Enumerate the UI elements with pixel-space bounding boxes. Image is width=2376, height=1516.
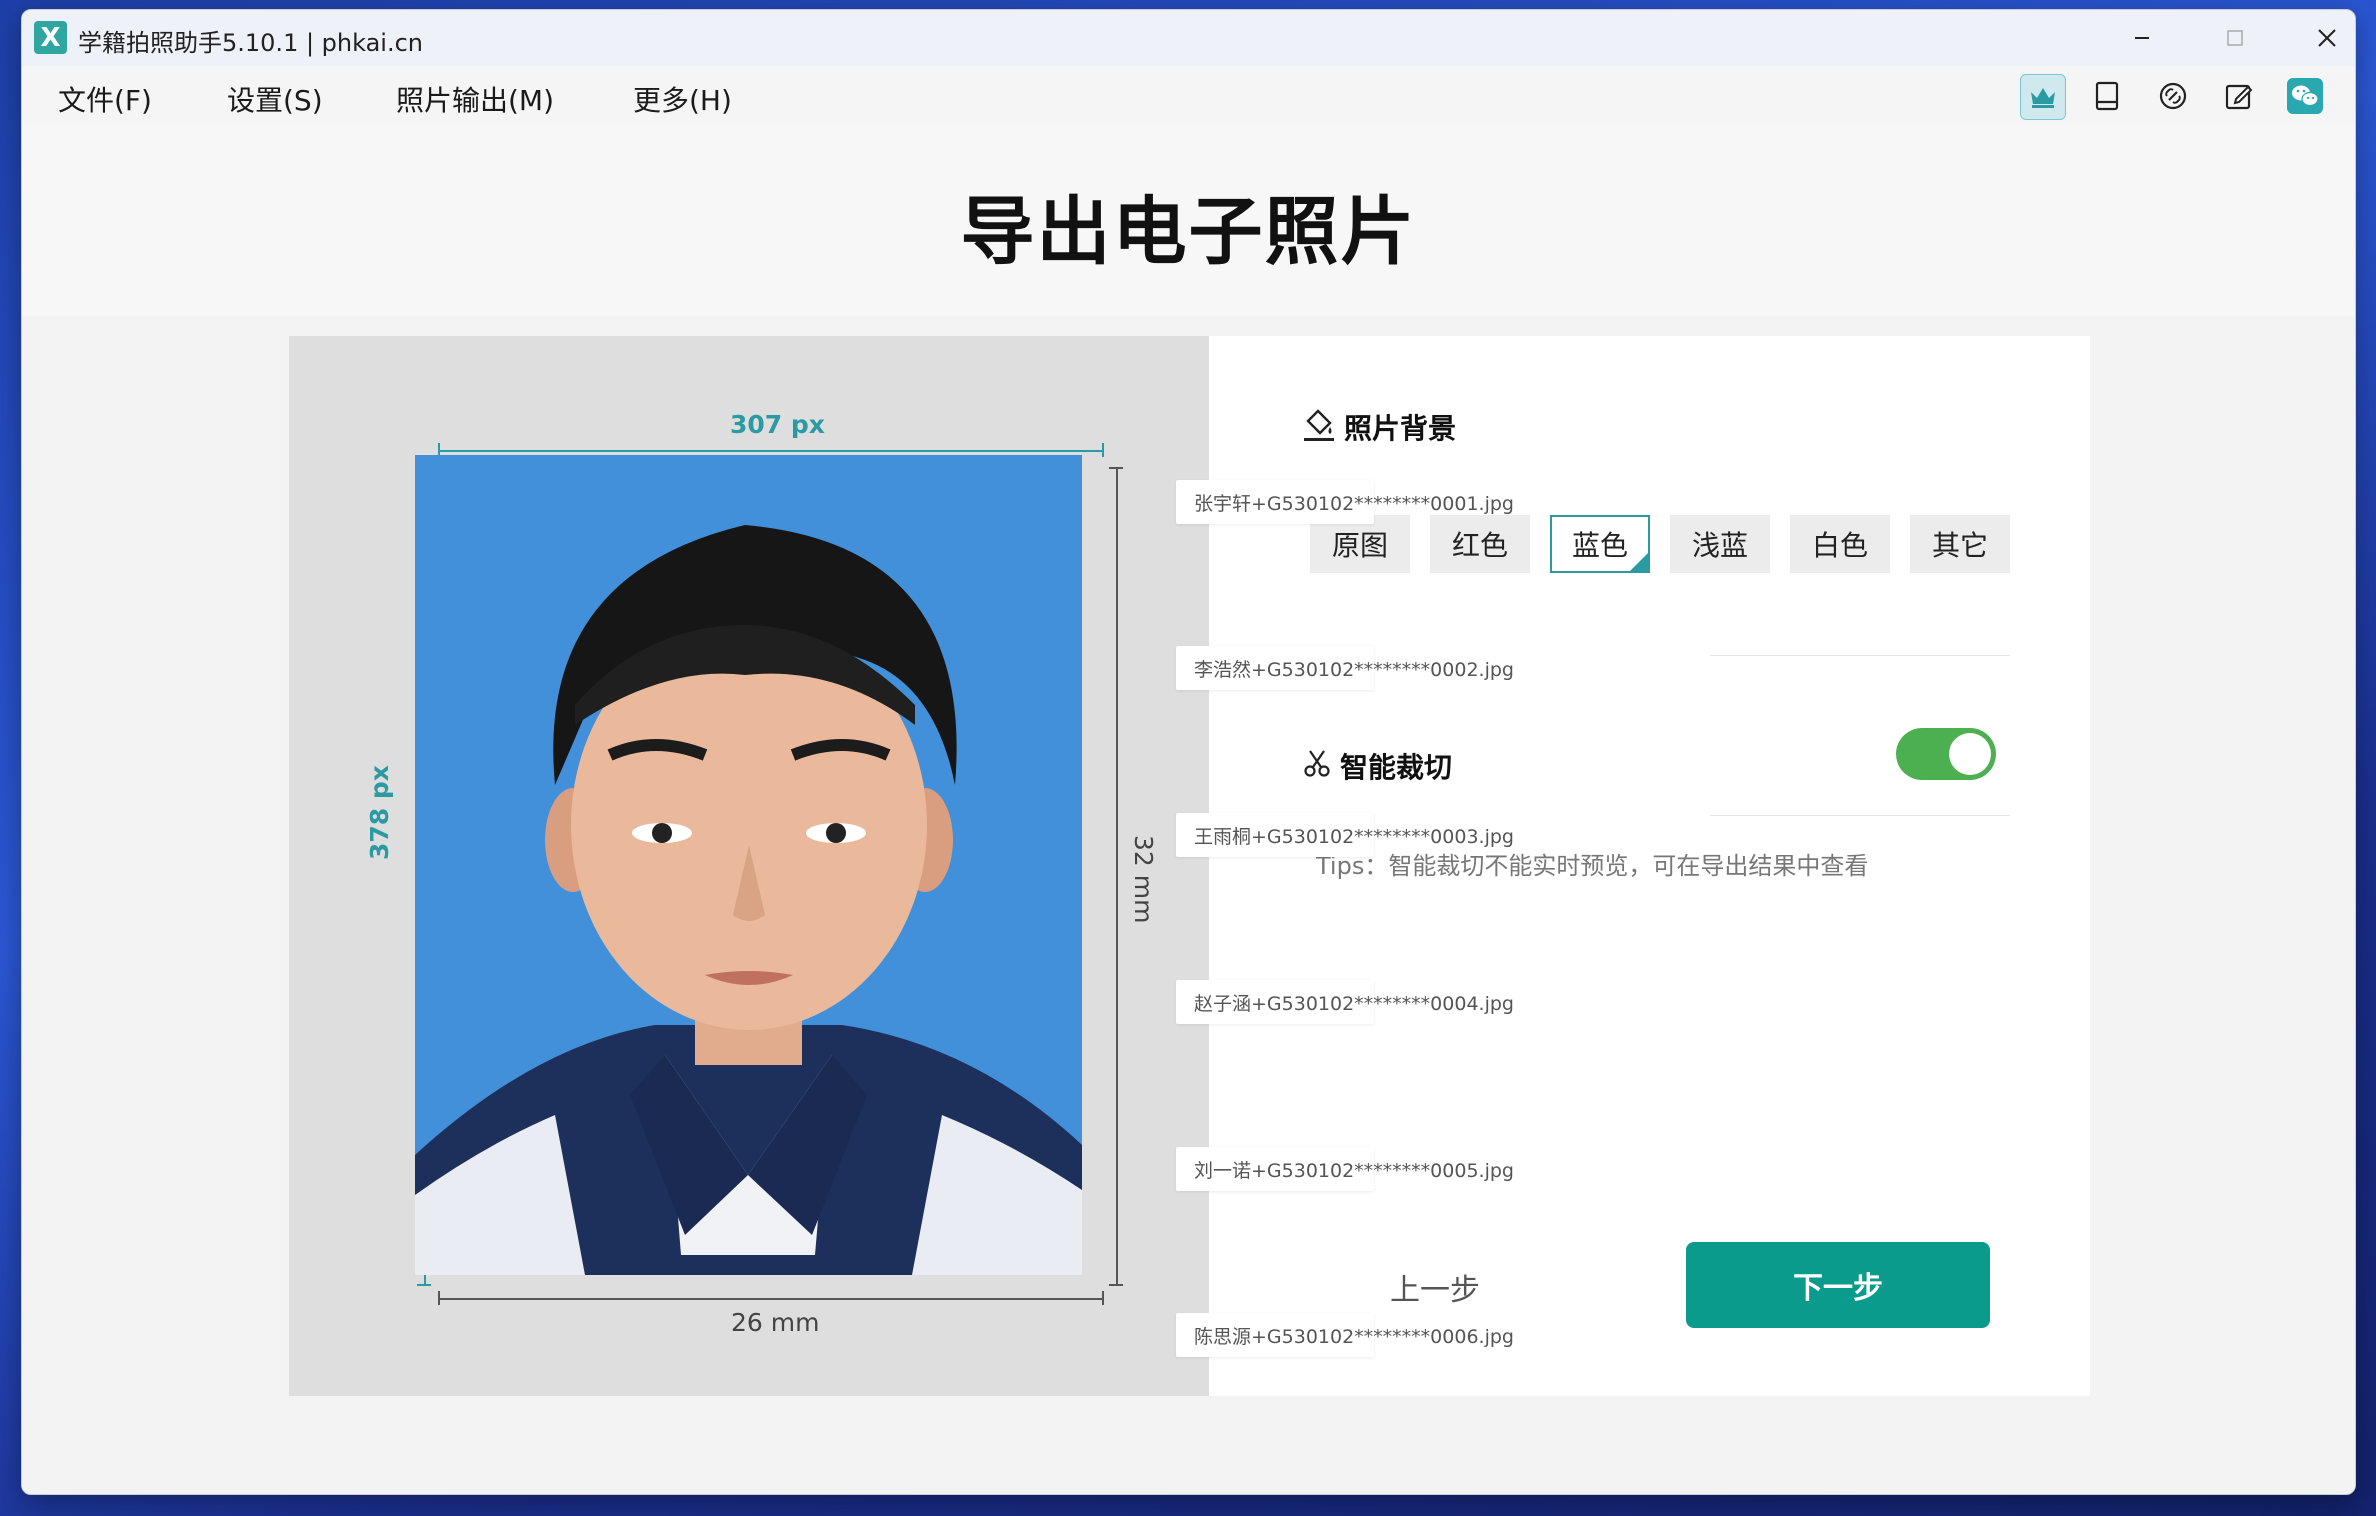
- next-step-button[interactable]: 下一步: [1686, 1242, 1990, 1328]
- title-bar[interactable]: X 学籍拍照助手5.10.1 | phkai.cn: [22, 10, 2355, 66]
- menu-more[interactable]: 更多(H): [633, 79, 732, 119]
- file-tag[interactable]: 陈思源+G530102********0006.jpg: [1176, 1313, 1514, 1357]
- maximize-button[interactable]: [2190, 10, 2280, 66]
- id-photo-preview: [415, 455, 1082, 1275]
- link-icon: [2159, 82, 2187, 110]
- bg-option-red[interactable]: 红色: [1430, 515, 1530, 573]
- scissors-icon: [1304, 750, 1330, 777]
- section-divider: [1710, 815, 2010, 816]
- file-tag[interactable]: 刘一诺+G530102********0005.jpg: [1176, 1147, 1514, 1191]
- selected-corner-icon: [1630, 553, 1648, 571]
- device-button[interactable]: [2085, 74, 2129, 118]
- bg-option-blue[interactable]: 蓝色: [1550, 515, 1650, 573]
- vip-button[interactable]: [2020, 74, 2066, 120]
- ruler-tick: [1109, 467, 1123, 469]
- ruler-tick: [1102, 1291, 1104, 1305]
- maximize-icon: [2227, 30, 2243, 46]
- header-band: 导出电子照片: [22, 126, 2355, 316]
- ruler-tick: [1109, 1284, 1123, 1286]
- file-tag[interactable]: 王雨桐+G530102********0003.jpg: [1176, 813, 1514, 857]
- portrait-illustration: [415, 525, 1082, 1275]
- close-button[interactable]: [2282, 10, 2355, 66]
- menu-file[interactable]: 文件(F): [58, 79, 152, 119]
- file-tag[interactable]: 张宇轩+G530102********0001.jpg: [1176, 480, 1514, 524]
- toggle-knob: [1949, 733, 1991, 775]
- window-title: 学籍拍照助手5.10.1 | phkai.cn: [78, 29, 424, 57]
- ruler-tick: [1102, 443, 1104, 457]
- smart-crop-title: 智能裁切: [1340, 751, 1453, 784]
- width-px-label: 307 px: [730, 410, 825, 439]
- smart-crop-toggle[interactable]: [1896, 728, 1996, 780]
- section-divider: [1710, 655, 2010, 656]
- bg-option-light-blue[interactable]: 浅蓝: [1670, 515, 1770, 573]
- bg-option-blue-label: 蓝色: [1571, 529, 1628, 562]
- page-title: 导出电子照片: [960, 189, 1417, 275]
- height-mm-ruler: [1116, 467, 1118, 1285]
- smart-crop-tips: Tips：智能裁切不能实时预览，可在导出结果中查看: [1316, 852, 1869, 880]
- bg-option-other[interactable]: 其它: [1910, 515, 2010, 573]
- menu-photo-output[interactable]: 照片输出(M): [396, 79, 554, 119]
- menu-bar: 文件(F) 设置(S) 照片输出(M) 更多(H): [22, 66, 2355, 126]
- bg-option-white[interactable]: 白色: [1790, 515, 1890, 573]
- paint-bucket-icon: [1304, 409, 1334, 441]
- edit-button[interactable]: [2217, 74, 2261, 118]
- height-mm-label: 32 mm: [1129, 835, 1158, 924]
- wechat-icon: [2287, 78, 2323, 114]
- minimize-button[interactable]: [2097, 10, 2187, 66]
- background-section-title: 照片背景: [1344, 412, 1457, 445]
- wechat-button[interactable]: [2283, 74, 2327, 118]
- file-tag[interactable]: 李浩然+G530102********0002.jpg: [1176, 646, 1514, 690]
- width-px-ruler: [438, 450, 1103, 452]
- crown-icon: [2031, 88, 2055, 108]
- ruler-tick: [417, 1284, 431, 1286]
- edit-icon: [2225, 84, 2253, 110]
- width-mm-ruler: [438, 1298, 1103, 1300]
- height-px-label: 378 px: [365, 765, 394, 860]
- ruler-tick: [438, 1291, 440, 1305]
- previous-step-button[interactable]: 上一步: [1390, 1265, 1480, 1309]
- minimize-icon: [2135, 37, 2149, 39]
- menu-settings[interactable]: 设置(S): [227, 79, 323, 119]
- tablet-icon: [2095, 81, 2119, 111]
- width-mm-label: 26 mm: [731, 1308, 820, 1337]
- app-logo-icon: X: [34, 21, 67, 54]
- close-icon: [2318, 29, 2336, 47]
- file-tag[interactable]: 赵子涵+G530102********0004.jpg: [1176, 980, 1514, 1024]
- link-button[interactable]: [2151, 74, 2195, 118]
